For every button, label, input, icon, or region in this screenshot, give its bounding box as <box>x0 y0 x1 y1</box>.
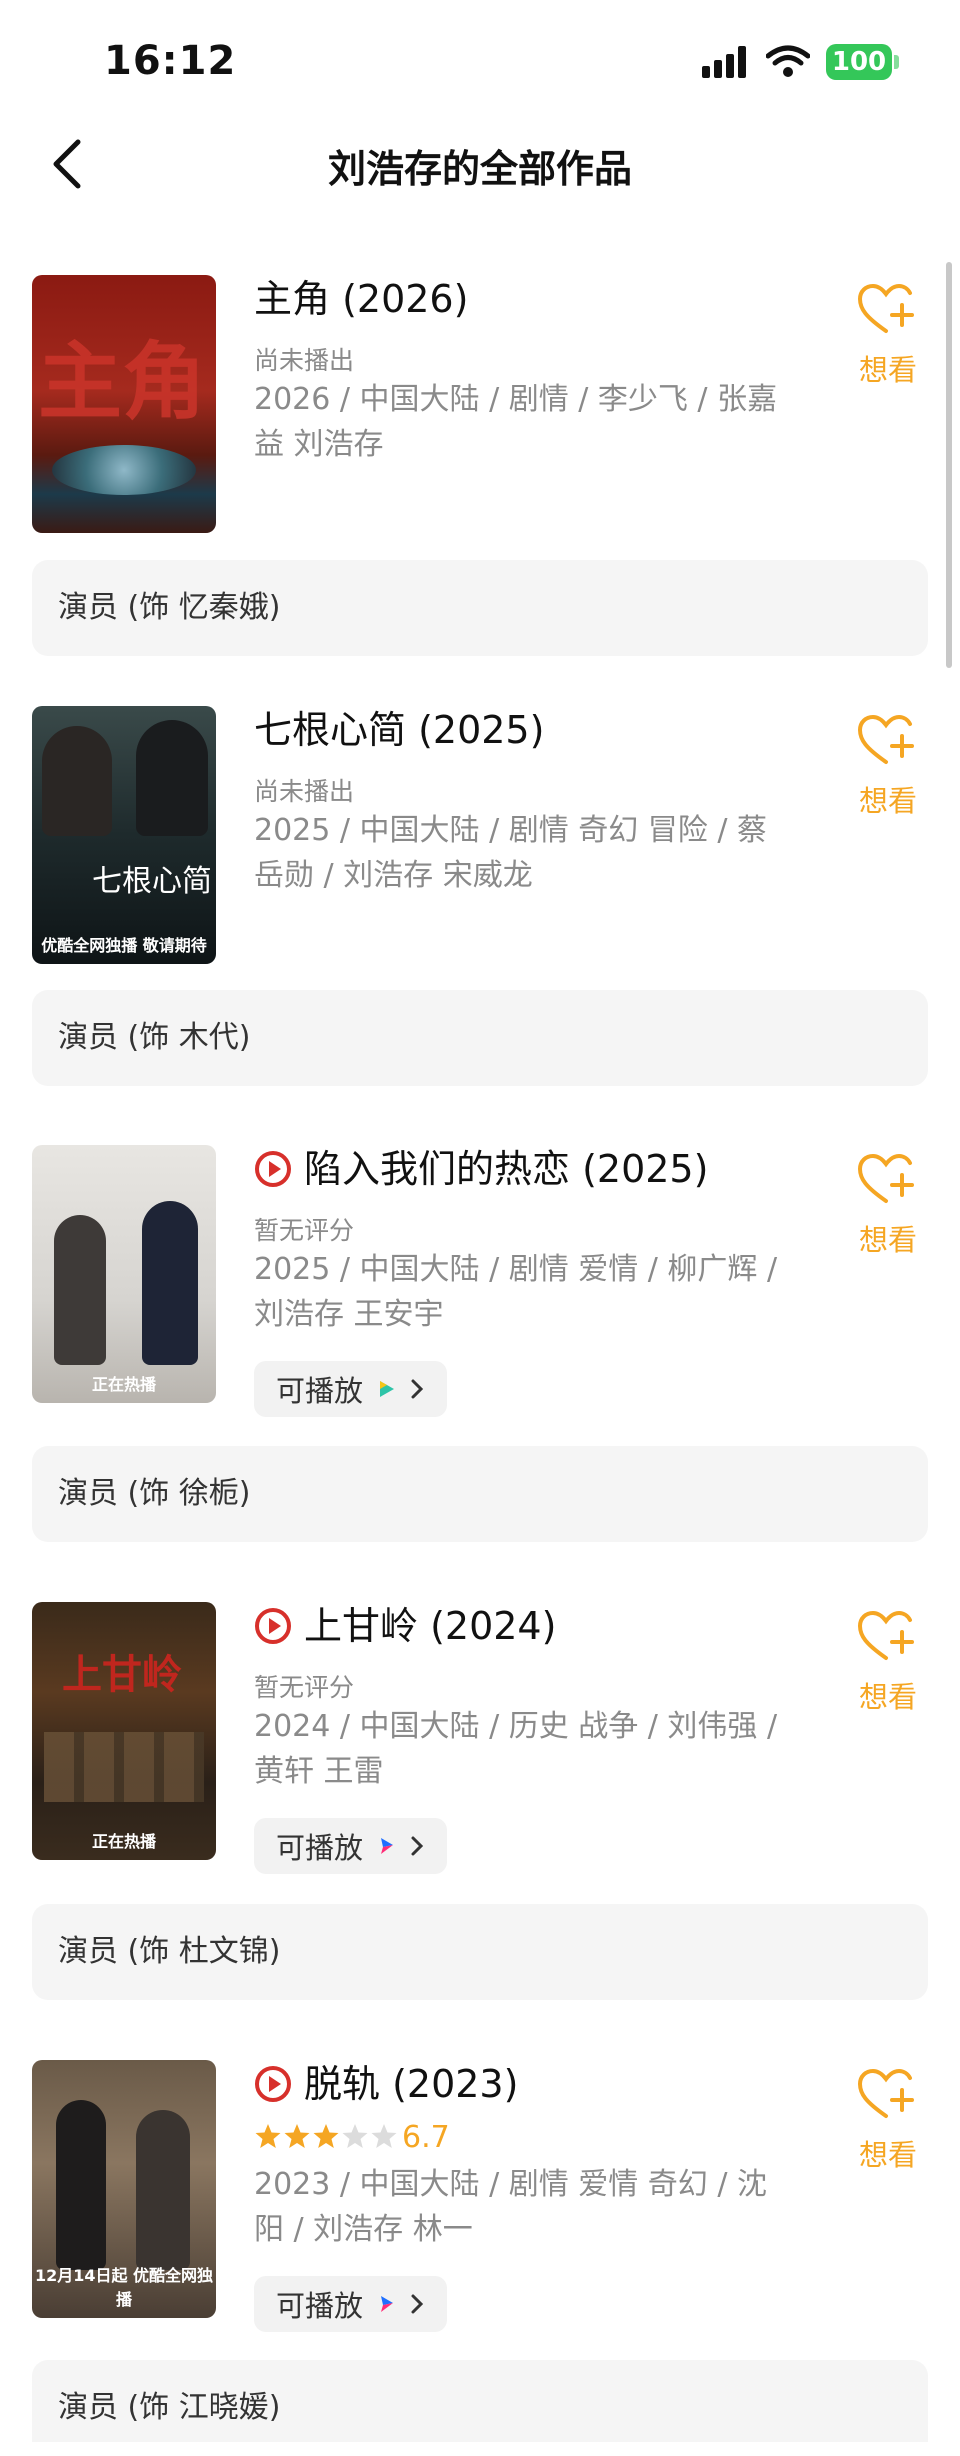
role-card: 演员 (饰 木代) <box>32 990 928 1086</box>
role-text: 演员 (饰 忆秦娥) <box>58 590 281 625</box>
work-title[interactable]: 陷入我们的热恋 (2025) <box>304 1145 708 1193</box>
poster-logo-art: 七根心简 <box>92 864 212 899</box>
cellular-signal-icon <box>702 46 746 78</box>
role-text: 演员 (饰 杜文锦) <box>58 1934 281 1969</box>
poster-image[interactable]: 上甘岭 正在热播 <box>32 1602 216 1860</box>
playable-button[interactable]: 可播放 <box>254 1361 448 1417</box>
poster-calligraphy-art: 上甘岭 <box>62 1651 182 1698</box>
work-meta: 2024 / 中国大陆 / 历史 战争 / 刘伟强 / 黄轩 王雷 <box>254 1709 778 1789</box>
want-to-watch-button[interactable]: 想看 <box>848 714 928 824</box>
poster-caption: 优酷全网独播 敬请期待 <box>41 936 207 955</box>
poster-crowd-art <box>44 1732 204 1802</box>
navigation-bar: 刘浩存的全部作品 <box>0 120 960 210</box>
want-to-watch-label: 想看 <box>858 353 917 387</box>
status-bar: 16:12 100 <box>0 0 960 120</box>
heart-plus-icon <box>857 2068 914 2118</box>
poster-image[interactable]: 12月14日起 优酷全网独播 <box>32 2060 216 2318</box>
poster-figure-left <box>54 1215 106 1365</box>
role-card: 演员 (饰 忆秦娥) <box>32 560 928 656</box>
work-title[interactable]: 脱轨 (2023) <box>304 2060 518 2108</box>
role-card: 演员 (饰 徐栀) <box>32 1446 928 1542</box>
poster-image[interactable]: 主角 <box>32 275 216 533</box>
chevron-right-icon <box>411 2294 424 2314</box>
poster-caption: 正在热播 <box>91 1832 156 1851</box>
playable-button[interactable]: 可播放 <box>254 1818 448 1874</box>
role-text: 演员 (饰 木代) <box>58 1020 251 1055</box>
want-to-watch-button[interactable]: 想看 <box>848 1610 928 1720</box>
role-text: 演员 (饰 徐栀) <box>58 1476 251 1511</box>
heart-plus-icon <box>857 283 914 333</box>
work-status: 尚未播出 <box>254 777 355 806</box>
work-title[interactable]: 七根心简 (2025) <box>254 706 544 754</box>
work-status: 暂无评分 <box>254 1216 355 1245</box>
chevron-right-icon <box>411 1836 424 1856</box>
want-to-watch-label: 想看 <box>858 1680 917 1714</box>
want-to-watch-label: 想看 <box>858 2138 917 2172</box>
work-meta: 2025 / 中国大陆 / 剧情 奇幻 冒险 / 蔡岳勋 / 刘浩存 宋威龙 <box>254 813 767 893</box>
rating-value: 6.7 <box>402 2120 450 2155</box>
poster-image[interactable]: 七根心简 优酷全网独播 敬请期待 <box>32 706 216 964</box>
playable-label: 可播放 <box>276 1374 364 1408</box>
want-to-watch-button[interactable]: 想看 <box>848 1153 928 1263</box>
work-status: 尚未播出 <box>254 346 355 375</box>
star-rating-icon <box>255 2124 397 2148</box>
play-circle-icon <box>255 1608 291 1644</box>
poster-figure-right <box>136 720 208 836</box>
poster-figure-right <box>136 2110 190 2270</box>
poster-caption: 12月14日起 优酷全网独播 <box>34 2266 214 2309</box>
want-to-watch-label: 想看 <box>858 1223 917 1257</box>
poster-figure-left <box>42 726 112 836</box>
want-to-watch-button[interactable]: 想看 <box>848 283 928 393</box>
wifi-icon <box>766 45 810 77</box>
scroll-indicator[interactable] <box>946 262 952 668</box>
streaming-platform-icon <box>380 1381 395 1397</box>
page-title: 刘浩存的全部作品 <box>327 147 632 191</box>
work-status: 暂无评分 <box>254 1673 355 1702</box>
poster-calligraphy-art: 主角 <box>38 332 207 431</box>
heart-plus-icon <box>857 1610 914 1660</box>
poster-figure-right <box>142 1201 198 1365</box>
role-card: 演员 (饰 江晓媛) <box>32 2360 928 2442</box>
streaming-platform-icon <box>381 1838 394 1854</box>
battery-cap <box>894 55 899 69</box>
status-time: 16:12 <box>104 38 237 84</box>
work-meta: 2026 / 中国大陆 / 剧情 / 李少飞 / 张嘉益 刘浩存 <box>254 382 778 462</box>
work-meta: 2025 / 中国大陆 / 剧情 爱情 / 柳广辉 / 刘浩存 王安宇 <box>254 1252 778 1332</box>
chevron-right-icon <box>411 1379 424 1399</box>
work-meta: 2023 / 中国大陆 / 剧情 爱情 奇幻 / 沈阳 / 刘浩存 林一 <box>254 2167 767 2247</box>
playable-button[interactable]: 可播放 <box>254 2276 448 2332</box>
want-to-watch-label: 想看 <box>858 784 917 818</box>
work-title[interactable]: 上甘岭 (2024) <box>304 1602 556 1650</box>
work-title[interactable]: 主角 (2026) <box>254 275 468 323</box>
playable-label: 可播放 <box>276 1831 364 1865</box>
poster-figure-left <box>56 2100 106 2270</box>
heart-plus-icon <box>857 714 914 764</box>
want-to-watch-button[interactable]: 想看 <box>848 2068 928 2178</box>
heart-plus-icon <box>857 1153 914 1203</box>
play-circle-icon <box>255 2066 291 2102</box>
battery-indicator: 100 <box>826 44 892 80</box>
play-circle-icon <box>255 1151 291 1187</box>
poster-caption: 正在热播 <box>91 1375 156 1394</box>
poster-image[interactable]: 正在热播 <box>32 1145 216 1403</box>
streaming-platform-icon <box>381 2296 394 2312</box>
poster-headdress-art <box>52 445 196 495</box>
role-card: 演员 (饰 杜文锦) <box>32 1904 928 2000</box>
playable-label: 可播放 <box>276 2289 364 2323</box>
